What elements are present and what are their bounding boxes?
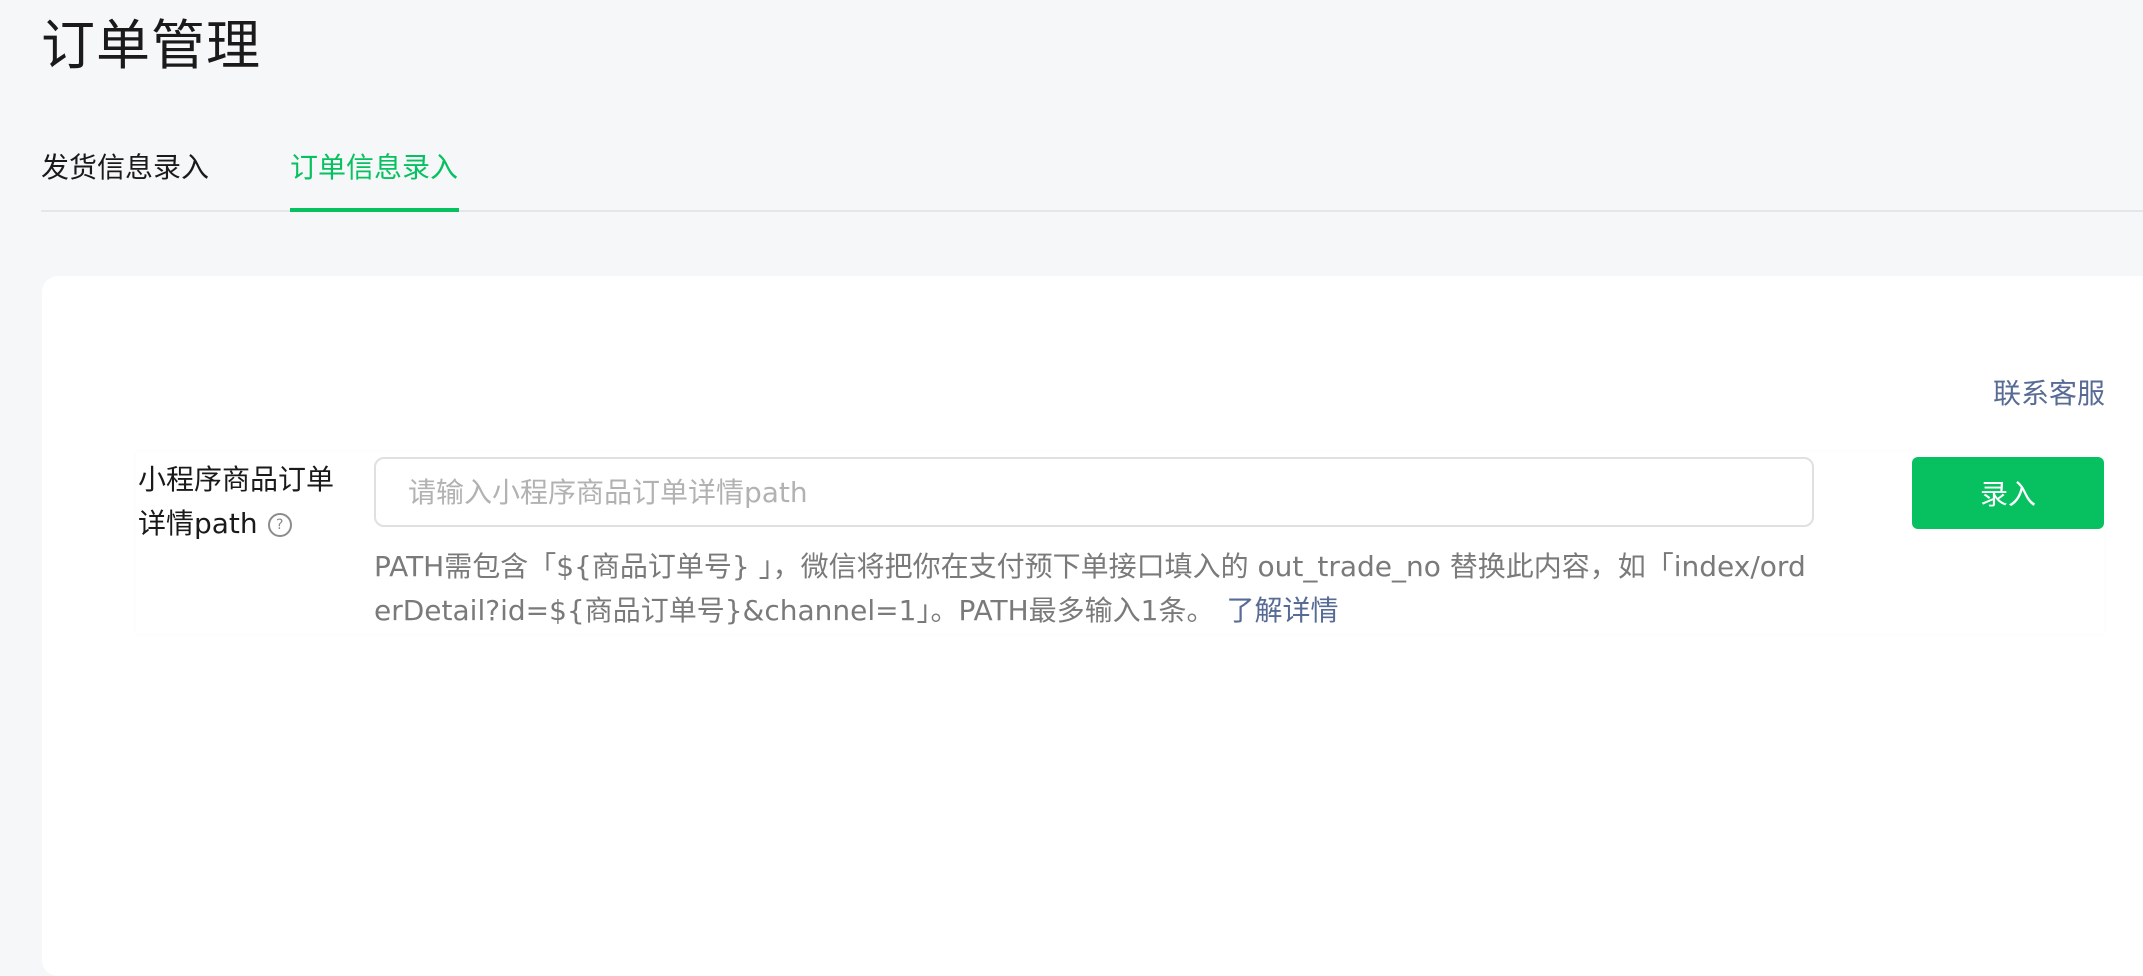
tab-shipping-info[interactable]: 发货信息录入	[41, 148, 209, 188]
contact-support-link[interactable]: 联系客服	[1993, 374, 2105, 414]
path-hint-text: PATH需包含「${商品订单号} 」，微信将把你在支付预下单接口填入的 out_…	[374, 550, 1806, 627]
path-field-label: 小程序商品订单 详情path?	[138, 458, 348, 546]
question-circle-icon[interactable]: ?	[267, 513, 292, 537]
submit-button[interactable]: 录入	[1912, 457, 2104, 529]
learn-more-link[interactable]: 了解详情	[1227, 594, 1339, 627]
path-field-label-line2: 详情path?	[138, 502, 348, 546]
path-field-label-line1: 小程序商品订单	[138, 463, 335, 496]
active-tab-indicator	[290, 208, 459, 212]
path-field-label-text: 详情path	[138, 507, 258, 540]
tab-bar: 发货信息录入 订单信息录入	[41, 132, 2143, 212]
order-path-input[interactable]	[374, 457, 1814, 527]
page-title: 订单管理	[41, 14, 261, 77]
path-hint: PATH需包含「${商品订单号} 」，微信将把你在支付预下单接口填入的 out_…	[374, 545, 1819, 633]
tab-order-info[interactable]: 订单信息录入	[290, 148, 458, 188]
